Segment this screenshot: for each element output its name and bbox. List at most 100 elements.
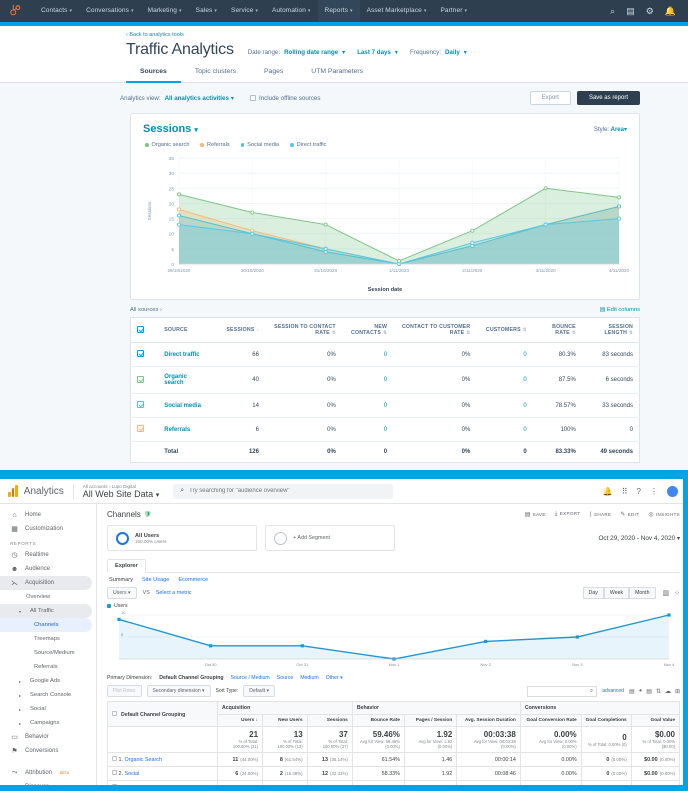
nav-item-contacts[interactable]: Contacts ▾ xyxy=(34,0,79,22)
legend-item-direct-traffic[interactable]: Direct traffic xyxy=(290,142,326,148)
col-new-users[interactable]: New Users xyxy=(262,714,308,727)
table-row[interactable]: 1. Organic Search 11 (44.00%) 8 (61.54%) 1… xyxy=(107,752,681,767)
select-a-metric-link[interactable]: Select a metric xyxy=(156,590,192,596)
avatar[interactable] xyxy=(667,485,678,497)
analytics-view-dropdown[interactable]: All analytics activities xyxy=(165,95,229,102)
sidebar-item-acquisition[interactable]: ⋋ Acquisition xyxy=(0,576,92,590)
edit-columns-button[interactable]: ▤ Edit columns xyxy=(600,307,640,313)
col-session-to-contact-rate[interactable]: SESSION TO CONTACT RATE ⇅ xyxy=(264,317,342,343)
granularity-week[interactable]: Week xyxy=(603,587,630,599)
col-customers[interactable]: CUSTOMERS ⇅ xyxy=(476,317,533,343)
edit-button[interactable]: ✎ EDIT xyxy=(620,511,639,518)
sort-type-dropdown[interactable]: Default ▾ xyxy=(243,685,275,697)
sidebar-item-overview[interactable]: Overview xyxy=(0,590,92,604)
table-row[interactable]: Organic search 40 0% 0 0% 0 87.5% 6 seco… xyxy=(130,366,640,394)
back-to-analytics-tools-link[interactable]: ‹ Back to analytics tools xyxy=(126,32,688,38)
share-button[interactable]: ⟨ SHARE xyxy=(589,511,611,518)
marketplace-icon[interactable]: ▤ xyxy=(626,6,635,16)
sidebar-item-referrals[interactable]: Referrals xyxy=(0,660,92,674)
export-button[interactable]: ⤓ EXPORT xyxy=(555,511,581,518)
table-row[interactable]: Referrals 6 0% 0 0% 0 100% 0 xyxy=(130,417,640,442)
sidebar-item-customization[interactable]: ▦ Customization xyxy=(0,522,92,536)
nav-item-partner[interactable]: Partner ▾ xyxy=(433,0,474,22)
sidebar-item-campaigns[interactable]: ▸ Campaigns xyxy=(0,716,92,730)
users-over-time-chart[interactable]: Users 5 10 Oct 30 Oct 31 Nov 1 Nov 2 Nov 3 Nov … xyxy=(107,603,680,671)
scatter-chart-icon[interactable]: ⁘ xyxy=(674,589,680,597)
search-icon[interactable]: ⌕ xyxy=(610,6,615,16)
tab-explorer[interactable]: Explorer xyxy=(107,559,146,573)
col-pages-per-session[interactable]: Pages / Session xyxy=(403,714,458,727)
row-source[interactable]: Organic search xyxy=(158,366,214,394)
legend-item-social-media[interactable]: Social media xyxy=(240,142,279,148)
select-all-checkbox[interactable] xyxy=(112,710,117,716)
col-sessions[interactable]: Sessions xyxy=(306,714,353,727)
subtab-site-usage[interactable]: Site Usage xyxy=(142,577,169,583)
row-customers[interactable]: 0 xyxy=(476,393,533,418)
sidebar-item-search-console[interactable]: ▸ Search Console xyxy=(0,688,92,702)
nav-item-reports[interactable]: Reports ▾ xyxy=(317,0,360,22)
table-row[interactable]: Social media 14 0% 0 0% 0 78.57% 33 seco… xyxy=(130,393,640,418)
legend-item-organic-search[interactable]: Organic search xyxy=(145,142,189,148)
col-session-length[interactable]: SESSION LENGTH ⇅ xyxy=(581,317,640,343)
include-offline-checkbox[interactable] xyxy=(250,95,257,101)
table-search-input[interactable]: ⌕ xyxy=(527,685,598,697)
col-new-contacts[interactable]: NEW CONTACTS ⇅ xyxy=(341,317,394,343)
col-bounce-rate[interactable]: Bounce Rate xyxy=(351,714,405,727)
subtab-ecommerce[interactable]: Ecommerce xyxy=(178,577,208,583)
row-checkbox[interactable] xyxy=(137,350,144,357)
export-button[interactable]: Export xyxy=(529,91,571,105)
row-customers[interactable]: 0 xyxy=(476,417,533,442)
sidebar-item-all-traffic[interactable]: ▾ All Traffic xyxy=(0,604,92,618)
sidebar-item-social[interactable]: ▸ Social xyxy=(0,702,92,716)
dimension-source[interactable]: Source xyxy=(277,675,293,681)
all-sources-breadcrumb[interactable]: All sources › xyxy=(130,307,162,313)
granularity-day[interactable]: Day xyxy=(582,587,604,599)
row-source[interactable]: Direct traffic xyxy=(158,342,214,367)
nav-item-sales[interactable]: Sales ▾ xyxy=(189,0,224,22)
sidebar-item-attribution[interactable]: ⤳ Attribution BETA xyxy=(0,766,92,780)
sidebar-item-conversions[interactable]: ⚑ Conversions xyxy=(0,744,92,758)
row-customers[interactable]: 0 xyxy=(476,342,533,367)
sessions-area-chart[interactable]: 0 5 10 15 20 25 30 35 29/10/2020 30/10/2020 31/10/… xyxy=(141,150,629,290)
sidebar-item-behavior[interactable]: ▭ Behavior xyxy=(0,730,92,744)
table-row[interactable]: Direct traffic 66 0% 0 0% 0 80.3% 83 sec… xyxy=(130,342,640,367)
date-period-dropdown[interactable]: Last 7 days xyxy=(357,49,391,56)
row-source[interactable]: Social media xyxy=(158,393,214,418)
dimension-other[interactable]: Other ▾ xyxy=(326,675,343,681)
frequency-dropdown[interactable]: Daily xyxy=(445,49,460,56)
row-checkbox[interactable] xyxy=(112,756,117,761)
nav-item-conversations[interactable]: Conversations ▾ xyxy=(79,0,140,22)
insights-button[interactable]: ◎ INSIGHTS xyxy=(648,511,680,518)
sidebar-item-audience[interactable]: ☻ Audience xyxy=(0,562,92,576)
ga-account-selector[interactable]: All accounts › Lupo Digital All Web Site… xyxy=(72,483,159,499)
row-new-contacts[interactable]: 0 xyxy=(341,393,394,418)
tab-sources[interactable]: Sources xyxy=(126,68,181,83)
col-bounce-rate[interactable]: BOUNCE RATE ⇅ xyxy=(532,317,582,343)
sidebar-item-home[interactable]: ⌂ Home xyxy=(0,508,92,522)
col-goal-completions[interactable]: Goal Completions xyxy=(580,714,632,727)
nav-item-automation[interactable]: Automation ▾ xyxy=(265,0,318,22)
row-checkbox[interactable] xyxy=(137,425,144,432)
plot-rows-button[interactable]: Plot Rows xyxy=(107,685,142,697)
metric-select[interactable]: Users ▾ xyxy=(107,587,137,599)
tab-topic-clusters[interactable]: Topic clusters xyxy=(181,68,250,83)
sidebar-item-source-medium[interactable]: Source/Medium xyxy=(0,646,92,660)
col-source[interactable]: SOURCE xyxy=(158,317,214,343)
granularity-month[interactable]: Month xyxy=(629,587,656,599)
tab-pages[interactable]: Pages xyxy=(250,68,297,83)
row-channel-name[interactable]: Organic Search xyxy=(125,757,162,763)
notifications-icon[interactable]: 🔔 xyxy=(665,6,676,16)
bar-chart-icon[interactable]: ▥ xyxy=(663,589,670,597)
row-customers[interactable]: 0 xyxy=(476,366,533,394)
sidebar-item-realtime[interactable]: ◷ Realtime xyxy=(0,548,92,562)
advanced-link[interactable]: advanced xyxy=(602,688,624,694)
date-range-dropdown[interactable]: Rolling date range xyxy=(284,49,338,56)
save-button[interactable]: ▤ SAVE xyxy=(525,511,546,518)
col-avg-session-duration[interactable]: Avg. Session Duration xyxy=(456,714,521,727)
col-users[interactable]: Users ↓ xyxy=(216,714,264,727)
sidebar-item-channels[interactable]: Channels xyxy=(0,618,92,632)
dimension-medium[interactable]: Medium xyxy=(300,675,318,681)
segment-all-users[interactable]: All Users 100.00% Users xyxy=(107,525,257,551)
search-input[interactable] xyxy=(189,488,387,494)
row-new-contacts[interactable]: 0 xyxy=(341,342,394,367)
